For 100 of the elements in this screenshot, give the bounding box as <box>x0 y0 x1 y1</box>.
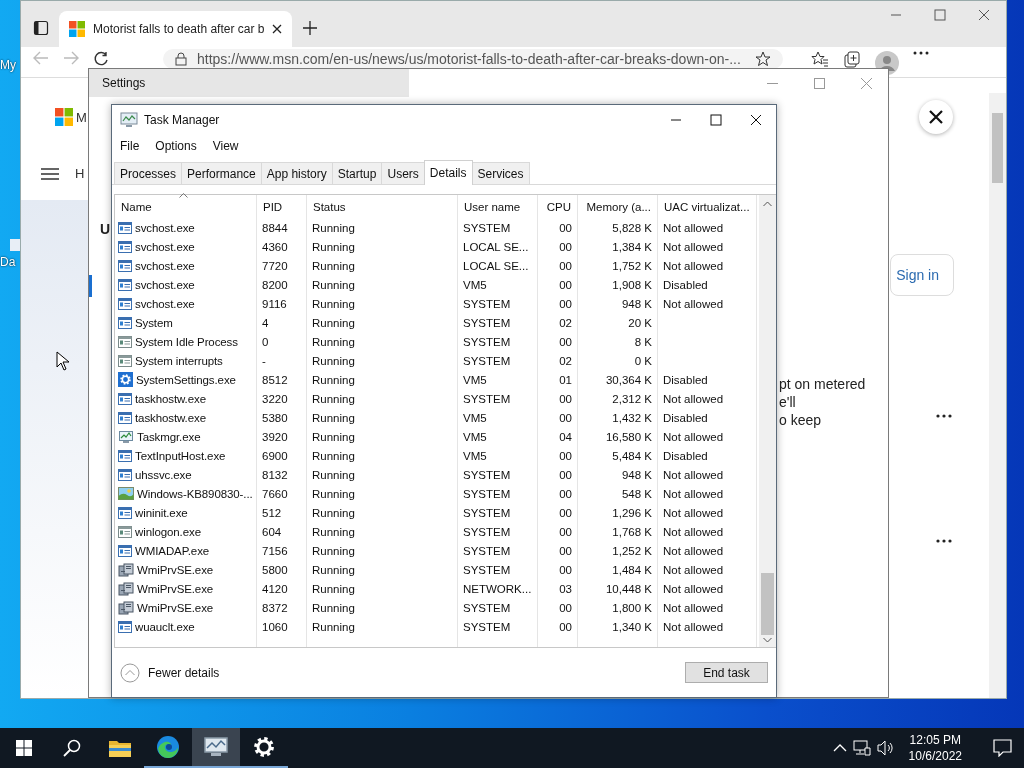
table-cell: Running <box>312 582 355 595</box>
maximize-icon[interactable] <box>710 113 722 126</box>
table-cell: Taskmgr.exe <box>137 430 201 443</box>
more-icon[interactable] <box>935 538 953 544</box>
scroll-thumb[interactable] <box>992 113 1003 183</box>
scroll-thumb[interactable] <box>761 573 774 635</box>
window-icon <box>118 544 132 557</box>
refresh-icon[interactable] <box>93 51 109 67</box>
table-cell: VM5 <box>463 449 487 462</box>
table-cell: 1,432 K <box>612 411 652 424</box>
table-cell: Not allowed <box>663 221 724 234</box>
table-cell: 9116 <box>262 297 287 310</box>
table-cell: 0 <box>262 335 269 348</box>
table-cell: 04 <box>559 430 572 443</box>
speaker-icon[interactable] <box>876 740 895 756</box>
tab[interactable]: Details <box>423 160 473 185</box>
chevron-up-icon[interactable] <box>832 744 847 752</box>
tab[interactable]: Performance <box>181 162 262 184</box>
table-cell: 02 <box>559 316 572 329</box>
window-title: Settings <box>102 76 146 90</box>
close-icon[interactable] <box>272 24 283 34</box>
taskbar-app-button[interactable] <box>192 728 240 768</box>
table-cell: 7720 <box>262 259 288 272</box>
close-icon[interactable] <box>750 113 762 126</box>
description-text: e'll <box>779 393 797 411</box>
table-cell: 5,828 K <box>612 221 652 234</box>
table-cell: Running <box>312 468 355 481</box>
window-icon <box>118 411 132 424</box>
end-task-button[interactable]: End task <box>685 662 768 683</box>
table-cell: 00 <box>559 506 572 519</box>
table-cell: Running <box>312 259 355 272</box>
favorites-icon[interactable] <box>811 51 829 67</box>
menu-icon[interactable] <box>41 167 59 180</box>
windows-logo-icon <box>55 108 73 126</box>
menu-item[interactable]: File <box>120 139 140 153</box>
table-cell: 1060 <box>262 620 288 633</box>
table-cell: Not allowed <box>663 468 724 481</box>
windows-logo-icon <box>16 740 32 756</box>
table-cell: Running <box>312 297 355 310</box>
table-cell: Running <box>312 240 355 253</box>
close-button[interactable] <box>919 100 953 134</box>
tab-actions-icon[interactable] <box>33 20 49 36</box>
table-cell: taskhostw.exe <box>135 392 206 405</box>
table-cell: VM5 <box>463 430 487 443</box>
more-icon[interactable] <box>935 413 953 419</box>
server-icon <box>118 600 134 615</box>
tab[interactable]: Users <box>381 162 425 184</box>
table-cell: 0 K <box>634 354 652 367</box>
table-cell: 4 <box>262 316 269 329</box>
table-cell: Not allowed <box>663 620 724 633</box>
favorite-star-icon[interactable] <box>755 51 771 67</box>
new-tab-icon[interactable] <box>302 20 319 36</box>
table-cell: Disabled <box>663 373 708 386</box>
window-icon <box>118 354 132 367</box>
window-icon <box>118 259 132 272</box>
table-cell: 7156 <box>262 544 288 557</box>
table-cell: 00 <box>559 468 572 481</box>
scrollbar[interactable] <box>989 93 1006 698</box>
monitor-icon <box>203 736 229 758</box>
more-icon[interactable] <box>913 51 929 55</box>
close-icon[interactable] <box>978 9 990 21</box>
table-cell: wininit.exe <box>135 506 188 519</box>
clock-time[interactable]: 12:05 PM <box>909 732 961 748</box>
table-cell: 1,252 K <box>612 544 652 557</box>
table-cell: Running <box>312 335 355 348</box>
sign-in-button[interactable]: Sign in <box>890 254 954 296</box>
tab-title: Motorist falls to death after car b <box>93 22 265 36</box>
menu-item[interactable]: View <box>212 139 239 153</box>
logo-text: M <box>76 109 87 125</box>
network-icon[interactable] <box>852 740 871 756</box>
table-cell: 8132 <box>262 468 288 481</box>
fewer-details-button[interactable]: Fewer details <box>120 662 220 683</box>
table-cell: Running <box>312 544 355 557</box>
table-cell: svchost.exe <box>135 221 195 234</box>
tab[interactable]: Processes <box>114 162 183 184</box>
browser-tab[interactable]: Motorist falls to death after car b <box>59 11 293 47</box>
close-icon <box>929 110 943 124</box>
nav-link[interactable]: H <box>75 166 85 181</box>
tab[interactable]: App history <box>260 162 333 184</box>
table-cell: 00 <box>559 487 572 500</box>
window-icon <box>118 335 132 348</box>
clock-date[interactable]: 10/6/2022 <box>908 748 962 764</box>
table-cell: 7660 <box>262 487 288 500</box>
window-icon <box>118 221 132 234</box>
scrollbar[interactable] <box>759 195 776 647</box>
table-cell: Not allowed <box>663 544 724 557</box>
table-cell: 8844 <box>262 221 288 234</box>
table-cell: 5800 <box>262 563 288 576</box>
table-cell: Running <box>312 354 355 367</box>
menu-item[interactable]: Options <box>155 139 197 153</box>
table-cell: Running <box>312 278 355 291</box>
window-icon <box>118 297 132 310</box>
tab[interactable]: Services <box>471 162 530 184</box>
table-cell: SYSTEM <box>463 487 511 500</box>
table-cell: 00 <box>559 620 572 633</box>
address-field[interactable]: https://www.msn.com/en-us/news/us/motorist-falls-to-death-after-car-breaks-down-on-... <box>163 49 783 69</box>
tab[interactable]: Startup <box>331 162 383 184</box>
maximize-icon[interactable] <box>934 9 946 21</box>
collections-icon[interactable] <box>843 51 861 69</box>
server-icon <box>118 562 134 577</box>
